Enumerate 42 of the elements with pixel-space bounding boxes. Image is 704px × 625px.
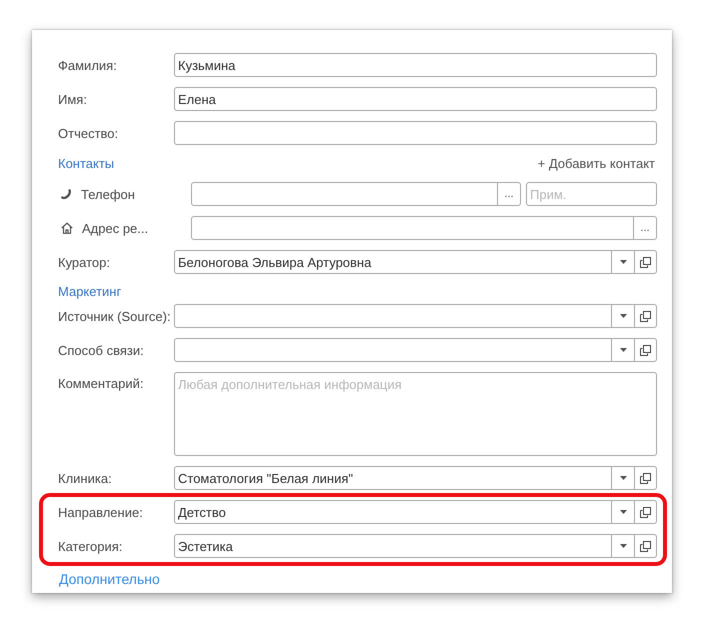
caret-icon: [620, 510, 626, 514]
field-label: Фамилия:: [58, 58, 118, 72]
squares-icon: [640, 310, 651, 322]
field-label: Имя:: [58, 92, 88, 106]
text-field[interactable]: [174, 121, 657, 145]
field-label: Комментарий:: [58, 375, 144, 391]
field-label: Куратор:: [58, 254, 111, 270]
select-field[interactable]: [174, 338, 657, 362]
field-label: Источник (Source):: [58, 308, 172, 324]
section-title: Контакты: [58, 156, 114, 171]
more-button[interactable]: ...: [497, 183, 520, 205]
squares-icon: [640, 344, 651, 356]
more-button[interactable]: ...: [633, 217, 656, 239]
select-field[interactable]: Детство: [174, 500, 657, 524]
contact-field[interactable]: ...: [191, 182, 521, 206]
squares-icon: [640, 506, 651, 518]
field-label: Отчество:: [58, 126, 120, 140]
caret-icon: [620, 476, 626, 480]
section-title: Маркетинг: [58, 284, 122, 299]
caret-icon: [620, 348, 626, 352]
squares-icon: [640, 256, 651, 268]
select-field[interactable]: Эстетика: [174, 534, 657, 558]
contact-label: Адрес ре...: [82, 220, 148, 236]
squares-icon: [640, 472, 651, 484]
field-label: Категория:: [58, 538, 124, 554]
squares-icon: [640, 540, 651, 552]
select-field[interactable]: Стоматология "Белая линия": [174, 466, 657, 490]
caret-icon: [620, 260, 626, 264]
contact-field[interactable]: ...: [191, 216, 657, 240]
field-label: Направление:: [58, 504, 144, 520]
caret-icon: [620, 544, 626, 548]
field-label: Клиника:: [58, 470, 113, 486]
field-label: Способ связи:: [58, 342, 145, 358]
add-contact-link[interactable]: + Добавить контакт: [538, 156, 655, 171]
phone-icon: [61, 188, 72, 200]
text-field[interactable]: Кузьмина: [174, 53, 657, 77]
select-field[interactable]: [174, 304, 657, 328]
text-field[interactable]: Елена: [174, 87, 657, 111]
select-field[interactable]: Белоногова Эльвира Артуровна: [174, 250, 657, 274]
contact-label: Телефон: [81, 186, 135, 202]
caret-icon: [620, 314, 626, 318]
house-icon: [61, 222, 73, 234]
